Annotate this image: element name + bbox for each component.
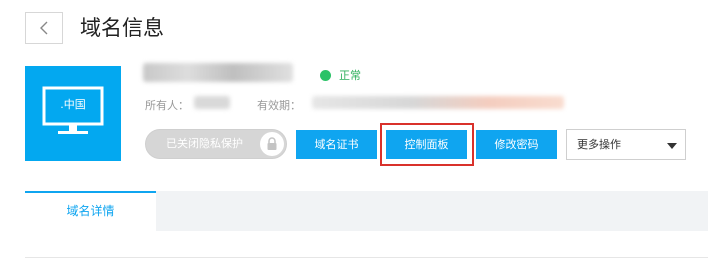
- status-badge: 正常: [320, 67, 361, 83]
- status-text: 正常: [339, 69, 361, 82]
- tab-bar: 域名详情: [25, 191, 708, 231]
- privacy-protection-toggle[interactable]: 已关闭隐私保护: [145, 129, 287, 159]
- toggle-knob: [260, 132, 284, 156]
- divider: [25, 257, 708, 258]
- privacy-toggle-label: 已关闭隐私保护: [166, 137, 243, 150]
- lock-icon: [267, 137, 277, 150]
- highlight-box: [380, 123, 474, 166]
- expiry-value-redacted: [312, 96, 564, 109]
- domain-name-redacted: [143, 63, 293, 82]
- more-actions-dropdown[interactable]: 更多操作: [566, 129, 686, 160]
- chevron-down-icon: [667, 143, 677, 149]
- domain-certificate-button[interactable]: 域名证书: [296, 130, 377, 159]
- chevron-left-icon: [40, 21, 48, 35]
- domain-icon-card: .中国: [25, 66, 121, 161]
- tab-domain-details[interactable]: 域名详情: [25, 191, 156, 231]
- monitor-icon: [42, 86, 104, 134]
- status-dot-icon: [320, 69, 331, 81]
- more-actions-label: 更多操作: [577, 138, 621, 151]
- domain-tld-label: .中国: [60, 98, 86, 111]
- owner-label: 所有人：: [145, 99, 189, 112]
- page-title: 域名信息: [80, 16, 164, 40]
- owner-value-redacted: [194, 96, 230, 109]
- change-password-button[interactable]: 修改密码: [476, 130, 557, 159]
- expiry-label: 有效期：: [257, 99, 301, 112]
- back-button[interactable]: [25, 12, 63, 44]
